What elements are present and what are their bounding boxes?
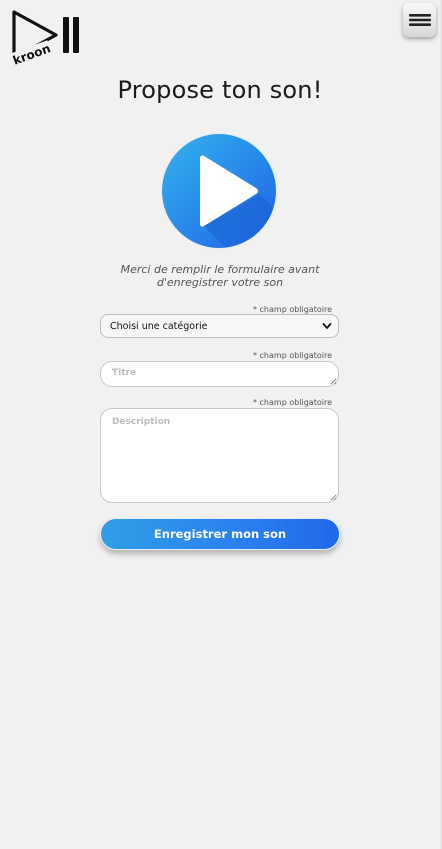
menu-button[interactable]: [403, 3, 436, 37]
svg-text:kroon: kroon: [11, 41, 52, 66]
resize-grip-icon[interactable]: [330, 494, 337, 501]
category-select-value: Choisi une catégorie: [110, 320, 208, 332]
description-placeholder: Description: [112, 417, 171, 427]
chevron-down-icon: [322, 323, 332, 329]
kroon-logo[interactable]: kroon: [8, 8, 86, 68]
resize-grip-icon[interactable]: [330, 378, 337, 385]
required-note: * champ obligatoire: [252, 305, 332, 314]
form-intro: Merci de remplir le formulaire avant d'e…: [120, 263, 320, 289]
category-select[interactable]: Choisi une catégorie: [100, 314, 339, 338]
title-input-placeholder: Titre: [112, 368, 137, 378]
required-note: * champ obligatoire: [252, 351, 332, 360]
page-title: Propose ton son!: [117, 76, 323, 104]
play-icon: [160, 132, 278, 250]
required-note: * champ obligatoire: [252, 398, 332, 407]
title-input[interactable]: Titre: [100, 361, 339, 387]
submit-button[interactable]: Enregistrer mon son: [100, 518, 340, 550]
description-textarea[interactable]: Description: [100, 408, 339, 503]
hamburger-icon: [408, 14, 431, 26]
record-play-button[interactable]: [160, 132, 278, 250]
